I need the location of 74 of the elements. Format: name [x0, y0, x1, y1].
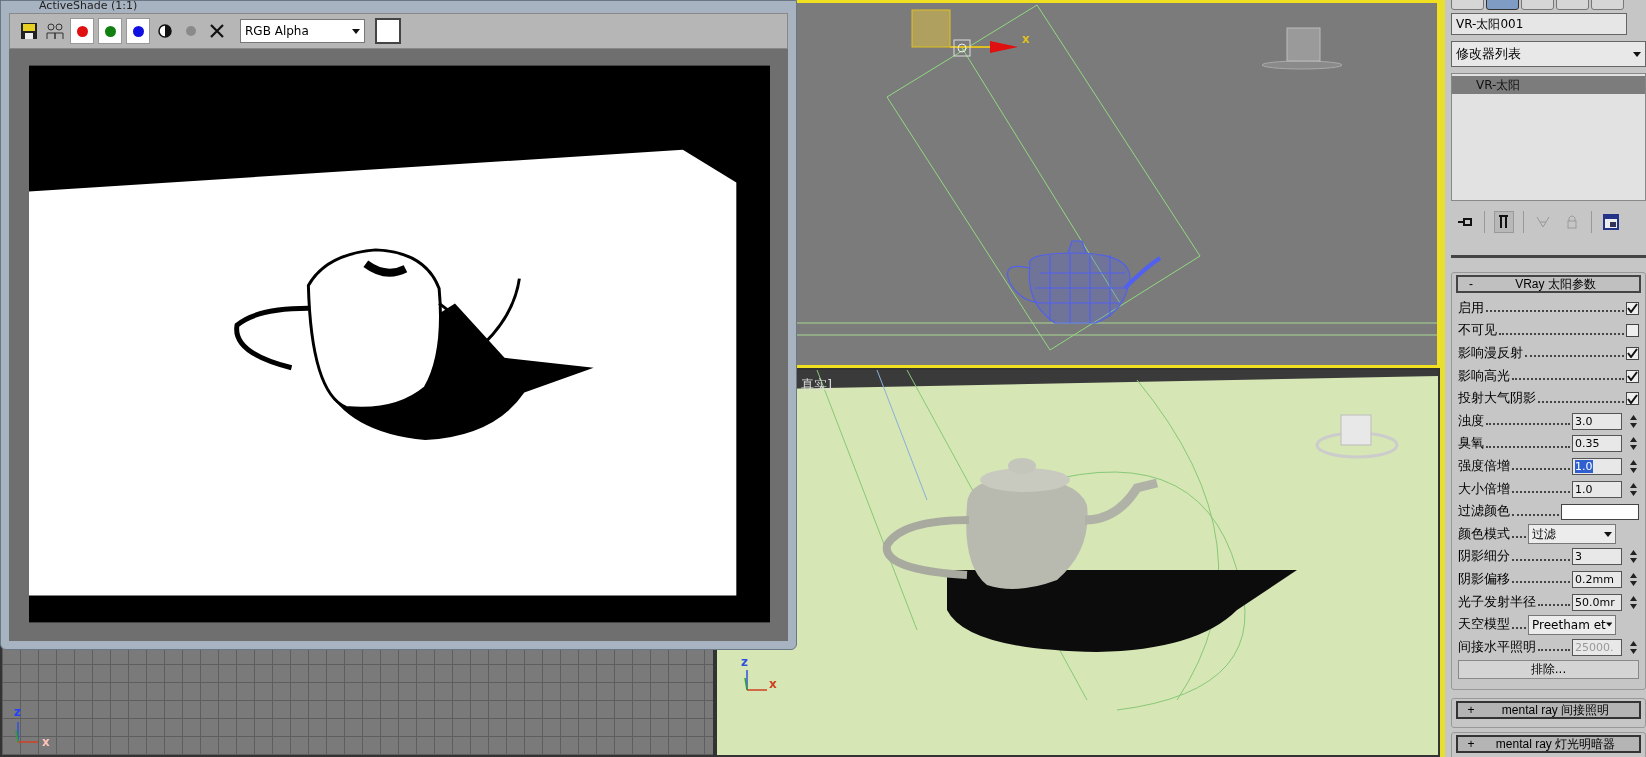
spinner-arrows-icon[interactable] [1628, 435, 1639, 453]
panel-tab[interactable] [1556, 0, 1589, 10]
configure-icon[interactable] [1601, 211, 1621, 233]
bar-icon[interactable] [1494, 211, 1514, 233]
caret-icon [1605, 622, 1612, 628]
spinner-arrows-icon[interactable] [1628, 570, 1639, 588]
caret-icon [1604, 531, 1612, 537]
panel-tab[interactable] [1486, 0, 1519, 10]
axis-label: x [1022, 32, 1030, 46]
spinner-arrows-icon[interactable] [1628, 638, 1639, 656]
checkbox[interactable] [1626, 324, 1639, 338]
exclude-button[interactable]: 排除... [1458, 660, 1639, 680]
checkbox[interactable] [1626, 301, 1639, 315]
dropdown[interactable]: 过滤 [1528, 524, 1616, 545]
rollout-header[interactable]: + mental ray 间接照明 [1456, 701, 1641, 720]
caret-icon [1633, 51, 1641, 57]
spinner-arrows-icon[interactable] [1628, 412, 1639, 430]
axis-label: z [741, 655, 748, 669]
parameter-label: 光子发射半径 [1458, 593, 1536, 611]
modifier-list-dropdown[interactable]: 修改器列表 [1451, 41, 1646, 67]
parameter-label: 不可见 [1458, 322, 1497, 340]
parameter-label: 阴影细分 [1458, 548, 1510, 566]
channel-dropdown[interactable]: RGB Alpha [240, 19, 365, 43]
panel-tab[interactable] [1451, 0, 1484, 10]
number-field[interactable]: 1.0 [1572, 480, 1622, 498]
stack-item[interactable]: VR-太阳 [1452, 76, 1645, 94]
number-field[interactable]: 3.0 [1572, 412, 1622, 430]
parameter-label: 大小倍增 [1458, 480, 1510, 498]
spinner-arrows-icon[interactable] [1628, 593, 1639, 611]
parameter-label: 投射大气阴影 [1458, 390, 1536, 408]
channel-toggle[interactable] [70, 18, 94, 44]
axis-label: x [769, 677, 777, 691]
color-swatch[interactable] [375, 18, 401, 44]
checkbox[interactable] [1626, 369, 1639, 383]
people-icon[interactable] [44, 20, 66, 42]
number-field[interactable]: 1.0 [1572, 457, 1622, 475]
parameter-label: 过滤颜色 [1458, 503, 1510, 521]
parameter-label: 启用 [1458, 299, 1484, 317]
save-icon[interactable] [18, 20, 40, 42]
parameter-label: 天空模型 [1458, 616, 1510, 634]
number-field[interactable]: 50.0mr [1572, 593, 1622, 611]
axis-label: x [42, 735, 50, 749]
checkbox[interactable] [1626, 347, 1639, 360]
panel-tab[interactable] [1521, 0, 1554, 10]
axis-tripod-icon [15, 721, 39, 743]
channel-toggle[interactable] [126, 18, 150, 44]
spinner-arrows-icon[interactable] [1628, 457, 1639, 475]
caret-icon [352, 28, 360, 34]
move-gizmo-icon [911, 9, 1018, 53]
object-name-field[interactable]: VR-太阳001 [1451, 13, 1627, 35]
sun-light-icon [953, 39, 971, 57]
number-field[interactable]: 0.2mm [1572, 570, 1622, 588]
parameter-label: 颜色模式 [1458, 525, 1510, 543]
parameter-label: 间接水平照明 [1458, 638, 1536, 656]
spinner-arrows-icon[interactable] [1628, 480, 1639, 498]
checkbox[interactable] [1626, 392, 1639, 406]
parameter-label: 影响漫反射 [1458, 345, 1523, 362]
window-title: ActiveShade (1:1) [38, 0, 139, 13]
parameter-label: 阴影偏移 [1458, 570, 1510, 588]
color-swatch[interactable] [1561, 503, 1639, 520]
parameter-label: 强度倍增 [1458, 457, 1510, 475]
parameter-label: 臭氧 [1458, 435, 1484, 453]
channel-toggle[interactable] [98, 18, 122, 44]
rollout-header[interactable]: + mental ray 灯光明暗器 [1456, 735, 1641, 754]
dropdown[interactable]: Preetham et [1528, 614, 1616, 635]
parameter-label: 浊度 [1458, 412, 1484, 430]
number-field[interactable]: 0.35 [1572, 435, 1622, 453]
panel-tab[interactable] [1591, 0, 1624, 10]
axis-tripod-icon [744, 669, 768, 691]
spinner-arrows-icon[interactable] [1628, 548, 1639, 566]
parameter-label: 影响高光 [1458, 367, 1510, 385]
rollout-header[interactable]: - VRay 太阳参数 [1456, 275, 1641, 293]
number-field[interactable]: 3 [1572, 548, 1622, 566]
axis-label: z [14, 705, 21, 719]
